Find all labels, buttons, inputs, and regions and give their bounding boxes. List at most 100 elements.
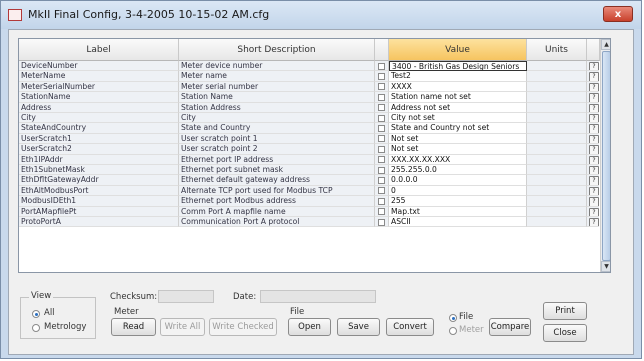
- help-icon[interactable]: ?: [589, 186, 599, 196]
- row-checkbox-cell: [375, 217, 389, 228]
- table-row[interactable]: ProtoPortA Communication Port A protocol A…: [19, 217, 610, 228]
- table-row[interactable]: EthAltModbusPort Alternate TCP port used …: [19, 185, 610, 197]
- row-checkbox-cell: [375, 92, 389, 103]
- help-icon[interactable]: ?: [589, 134, 599, 144]
- column-header-value[interactable]: Value: [389, 39, 527, 61]
- row-description-cell: Station Name: [179, 92, 375, 103]
- help-icon[interactable]: ?: [589, 93, 599, 102]
- view-metrology-radio[interactable]: [32, 324, 40, 332]
- row-value-cell[interactable]: 0.0.0.0: [389, 175, 527, 186]
- column-header-check[interactable]: [375, 39, 389, 61]
- help-icon[interactable]: ?: [589, 218, 599, 227]
- row-value-cell[interactable]: City not set: [389, 113, 527, 124]
- table-row[interactable]: City City City not set?: [19, 113, 610, 124]
- table-row[interactable]: UserScratch2 User scratch point 2 Not set?: [19, 144, 610, 155]
- row-checkbox[interactable]: [378, 83, 385, 91]
- checksum-label: Checksum:: [110, 292, 158, 302]
- app-icon: [8, 9, 22, 21]
- row-value-cell[interactable]: Address not set: [389, 102, 527, 113]
- help-icon[interactable]: ?: [589, 103, 599, 112]
- row-checkbox[interactable]: [378, 114, 385, 122]
- row-units-cell: [527, 133, 587, 145]
- row-checkbox[interactable]: [378, 166, 385, 174]
- scroll-down-arrow-icon[interactable]: ▼: [601, 261, 610, 272]
- write-all-button[interactable]: Write All: [160, 318, 205, 336]
- help-icon[interactable]: ?: [589, 62, 599, 71]
- row-value-cell[interactable]: 0: [389, 185, 527, 197]
- table-row[interactable]: ModbusIDEth1 Ethernet port Modbus address…: [19, 196, 610, 207]
- row-checkbox[interactable]: [378, 124, 385, 132]
- row-units-cell: [527, 165, 587, 176]
- row-value-cell[interactable]: Map.txt: [389, 206, 527, 217]
- help-icon[interactable]: ?: [589, 166, 599, 175]
- table-row[interactable]: Address Station Address Address not set?: [19, 102, 610, 113]
- table-row[interactable]: StationName Station Name Station name not …: [19, 92, 610, 103]
- read-button[interactable]: Read: [111, 318, 156, 336]
- help-icon[interactable]: ?: [589, 176, 599, 185]
- column-header-units[interactable]: Units: [527, 39, 587, 61]
- row-checkbox[interactable]: [378, 93, 385, 101]
- view-all-radio[interactable]: [32, 310, 40, 318]
- help-icon[interactable]: ?: [589, 145, 599, 154]
- row-value-cell[interactable]: 255: [389, 196, 527, 207]
- row-checkbox[interactable]: [378, 145, 385, 153]
- row-value-cell[interactable]: Station name not set: [389, 92, 527, 103]
- convert-button[interactable]: Convert: [386, 318, 434, 336]
- compare-button[interactable]: Compare: [489, 318, 531, 336]
- row-checkbox[interactable]: [378, 72, 385, 80]
- scrollbar-thumb[interactable]: [602, 51, 610, 261]
- title-bar[interactable]: MkII Final Config, 3-4-2005 10-15-02 AM.…: [1, 1, 641, 29]
- row-value-cell[interactable]: 3400 - British Gas Design Seniors: [389, 61, 527, 72]
- table-row[interactable]: Eth1IPAddr Ethernet port IP address XXX.XX…: [19, 154, 610, 165]
- print-button[interactable]: Print: [543, 302, 587, 320]
- table-row[interactable]: StateAndCountry State and Country State an…: [19, 123, 610, 134]
- row-value-cell[interactable]: Not set: [389, 144, 527, 155]
- row-value-cell[interactable]: 255.255.0.0: [389, 165, 527, 176]
- help-icon[interactable]: ?: [589, 124, 599, 133]
- row-help-cell: ?: [587, 61, 599, 72]
- row-value-cell[interactable]: State and Country not set: [389, 123, 527, 134]
- close-button[interactable]: Close: [543, 324, 587, 342]
- open-button[interactable]: Open: [288, 318, 331, 336]
- row-value-cell[interactable]: XXX.XX.XX.XXX: [389, 154, 527, 165]
- table-row[interactable]: UserScratch1 User scratch point 1 Not set?: [19, 133, 610, 145]
- row-checkbox[interactable]: [378, 135, 385, 143]
- row-value-cell[interactable]: ASCII: [389, 217, 527, 228]
- close-window-button[interactable]: x: [603, 6, 633, 22]
- table-row[interactable]: Eth1SubnetMask Ethernet port subnet mask 2…: [19, 165, 610, 176]
- compare-meter-radio[interactable]: [449, 327, 457, 335]
- row-checkbox[interactable]: [378, 104, 385, 112]
- row-help-cell: ?: [587, 144, 599, 155]
- table-row[interactable]: MeterSerialNumber Meter serial number XXXX…: [19, 81, 610, 93]
- table-row[interactable]: EthDfltGatewayAddr Ethernet default gatew…: [19, 175, 610, 186]
- help-icon[interactable]: ?: [589, 197, 599, 206]
- column-header-label[interactable]: Label: [19, 39, 179, 61]
- scroll-up-arrow-icon[interactable]: ▲: [601, 39, 610, 50]
- column-header-description[interactable]: Short Description: [179, 39, 375, 61]
- row-value-cell[interactable]: Test2: [389, 71, 527, 82]
- row-value-cell[interactable]: XXXX: [389, 81, 527, 93]
- write-checked-button[interactable]: Write Checked: [209, 318, 277, 336]
- row-checkbox[interactable]: [378, 218, 385, 226]
- row-checkbox[interactable]: [378, 187, 385, 195]
- table-row[interactable]: DeviceNumber Meter device number 3400 - Br…: [19, 61, 610, 72]
- row-checkbox[interactable]: [378, 156, 385, 164]
- row-checkbox[interactable]: [378, 197, 385, 205]
- table-row[interactable]: MeterName Meter name Test2?: [19, 71, 610, 82]
- help-icon[interactable]: ?: [589, 155, 599, 164]
- row-checkbox-cell: [375, 113, 389, 124]
- help-icon[interactable]: ?: [589, 114, 599, 123]
- compare-file-radio[interactable]: [449, 314, 457, 322]
- row-checkbox[interactable]: [378, 62, 385, 70]
- grid-vertical-scrollbar[interactable]: ▲ ▼: [600, 39, 610, 272]
- help-icon[interactable]: ?: [589, 207, 599, 216]
- table-row[interactable]: PortAMapfilePt Comm Port A mapfile name Ma…: [19, 206, 610, 217]
- row-description-cell: User scratch point 2: [179, 144, 375, 155]
- row-checkbox[interactable]: [378, 208, 385, 216]
- help-icon[interactable]: ?: [589, 72, 599, 81]
- help-icon[interactable]: ?: [589, 82, 599, 92]
- row-description-cell: Comm Port A mapfile name: [179, 206, 375, 217]
- row-checkbox[interactable]: [378, 176, 385, 184]
- row-value-cell[interactable]: Not set: [389, 133, 527, 145]
- save-button[interactable]: Save: [337, 318, 380, 336]
